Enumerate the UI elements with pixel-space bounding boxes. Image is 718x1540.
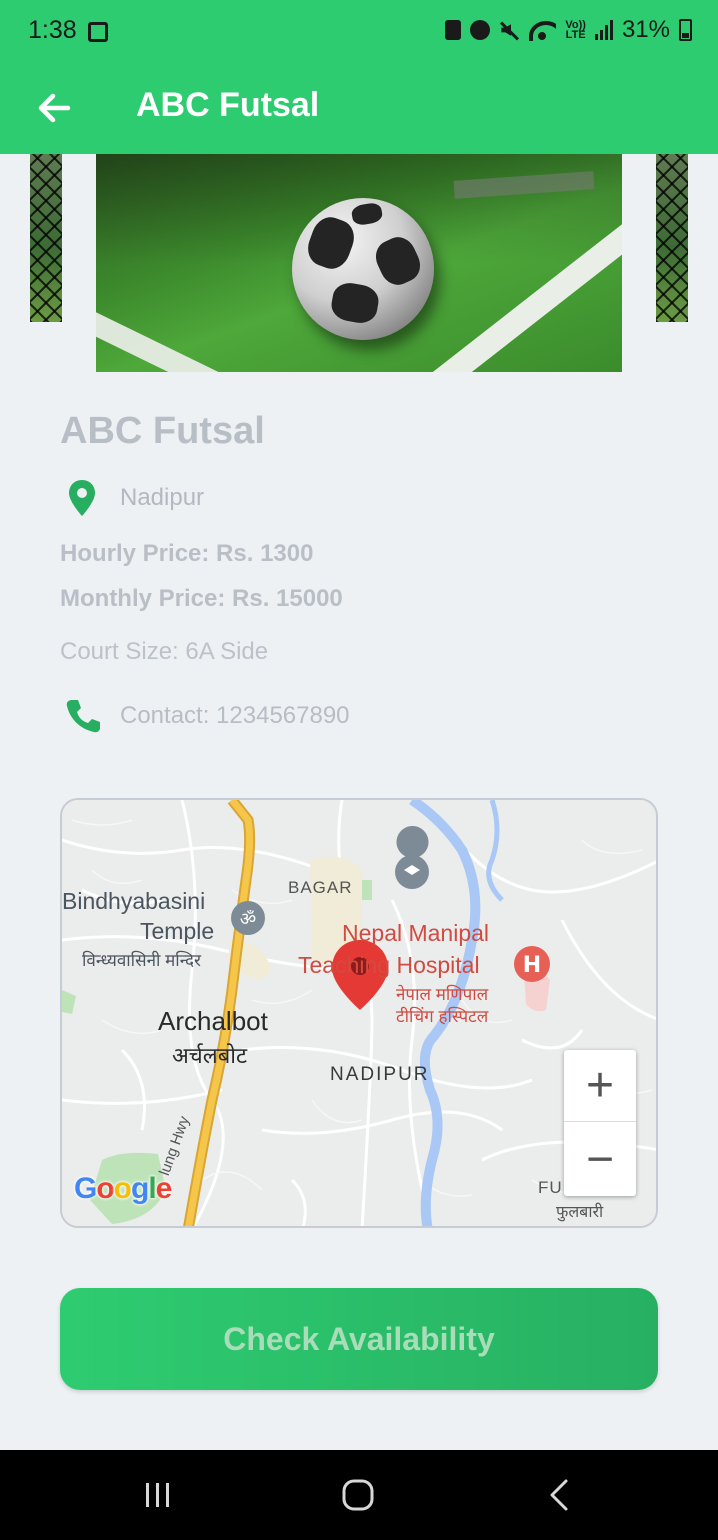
map-label-hospital: Nepal Manipal — [342, 920, 490, 946]
signal-icon — [594, 20, 613, 40]
map-label-temple: Bindhyabasini — [62, 888, 206, 914]
map-label-archalbot-ne: अर्चलबोट — [172, 1043, 248, 1068]
wifi-icon — [528, 19, 557, 41]
phone-icon — [66, 700, 100, 733]
chevron-left-icon — [550, 1479, 568, 1511]
venue-name: ABC Futsal — [60, 410, 265, 452]
map-label-hospital-ne-2: टीचिंग हस्पिटल — [396, 1007, 489, 1026]
map-view[interactable]: ॐ H BAGAR Bindhyabasini Temple विन्ध्यवा… — [60, 798, 658, 1228]
alarm-icon — [470, 20, 491, 40]
zoom-in-button[interactable]: + — [564, 1050, 636, 1122]
map-label-fulbari-ne: फुलबारी — [556, 1204, 604, 1221]
carousel-image-current[interactable] — [96, 154, 622, 372]
google-logo: Google — [74, 1172, 172, 1205]
court-size: Court Size: 6A Side — [60, 638, 269, 665]
map-label-temple-2: Temple — [140, 918, 215, 944]
map-label-temple-ne: विन्ध्यवासिनी मन्दिर — [82, 951, 201, 970]
battery-icon — [679, 19, 692, 41]
map-label-bagar: BAGAR — [288, 878, 353, 897]
app-bar: ABC Futsal — [0, 62, 718, 154]
map-label-nadipur: NADIPUR — [330, 1064, 430, 1085]
map-label-archalbot: Archalbot — [158, 1006, 268, 1036]
monthly-price: Monthly Price: Rs. 15000 — [60, 585, 343, 612]
carousel-image-previous[interactable] — [30, 154, 62, 322]
recent-apps-button[interactable] — [128, 1470, 188, 1520]
zoom-out-button[interactable]: − — [564, 1123, 636, 1195]
check-availability-button[interactable]: Check Availability — [60, 1288, 658, 1390]
location-text: Nadipur — [120, 484, 205, 511]
football-image — [292, 198, 434, 340]
battery-percentage: 31% — [621, 16, 670, 43]
status-icons: Vo)) LTE 31% — [445, 16, 692, 44]
contact-text: Contact: 1234567890 — [120, 702, 350, 729]
svg-text:H: H — [523, 953, 541, 978]
system-navigation-bar — [0, 1450, 718, 1540]
page-title: ABC Futsal — [136, 86, 320, 124]
svg-text:ॐ: ॐ — [240, 909, 256, 930]
battery-saver-icon — [445, 20, 462, 40]
mute-icon — [499, 20, 519, 40]
arrow-left-icon — [38, 93, 71, 123]
location-pin-icon — [69, 480, 95, 516]
carousel-image-next[interactable] — [656, 154, 688, 322]
image-carousel[interactable] — [0, 154, 718, 374]
zoom-controls: + − — [564, 1050, 636, 1196]
gallery-notification-icon — [88, 22, 108, 42]
status-time: 1:38 — [28, 16, 77, 44]
home-button[interactable] — [328, 1470, 388, 1520]
home-icon — [342, 1479, 374, 1511]
location-row: Nadipur — [60, 478, 204, 518]
recent-apps-icon — [146, 1483, 169, 1507]
contact-row[interactable]: Contact: 1234567890 — [60, 694, 350, 738]
map-label-hospital-2: Teaching Hospital — [298, 952, 480, 978]
hourly-price: Hourly Price: Rs. 1300 — [60, 540, 314, 567]
back-button[interactable] — [28, 82, 80, 134]
status-bar: 1:38 Vo)) LTE 31% — [0, 0, 718, 62]
check-availability-label: Check Availability — [223, 1320, 495, 1357]
volte-icon: Vo)) LTE — [565, 19, 586, 41]
map-label-hospital-ne: नेपाल मणिपाल — [396, 985, 489, 1004]
system-back-button[interactable] — [530, 1470, 590, 1520]
